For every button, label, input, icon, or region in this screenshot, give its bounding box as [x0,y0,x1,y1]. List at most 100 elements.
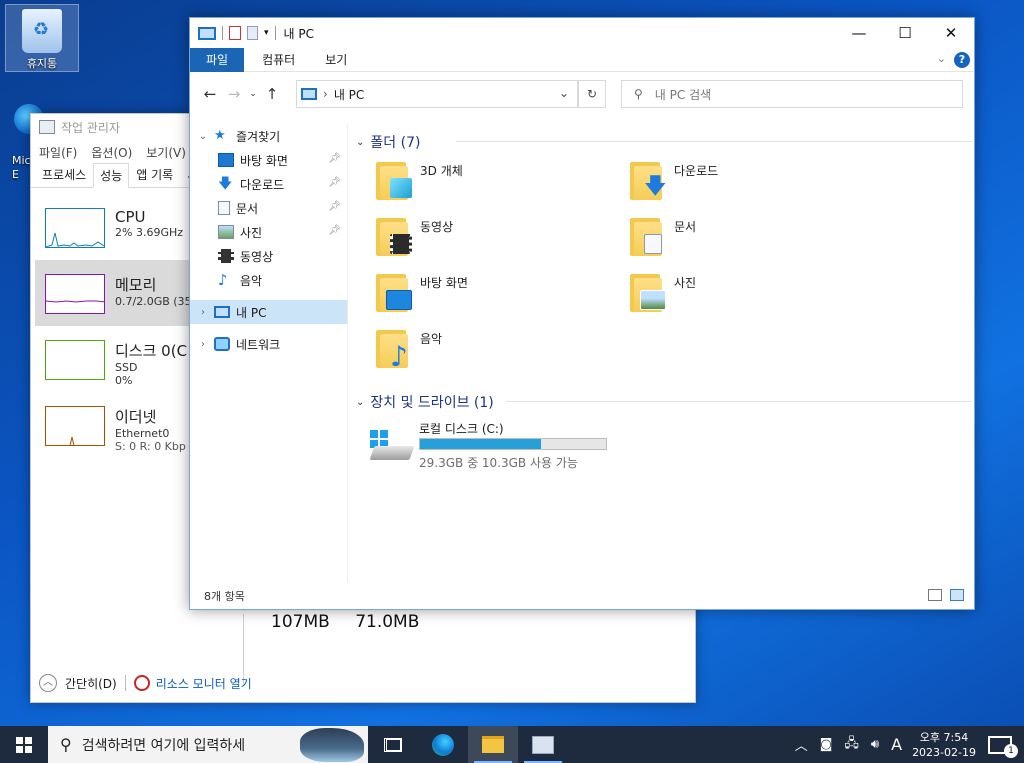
folder-desktop[interactable]: 바탕 화면 [348,270,548,320]
computer-icon [214,306,230,318]
nav-network[interactable]: › 네트워크 [190,332,347,356]
pin-icon[interactable]: 📌︎ [328,201,341,212]
nav-item-desktop[interactable]: 바탕 화면 📌︎ [190,148,347,172]
videos-folder-icon [376,218,412,258]
show-hidden-icons-chevron-icon[interactable]: ︿ [795,735,808,754]
task-view-button[interactable] [368,726,418,763]
ethernet-label: 이더넷 [115,408,157,426]
help-icon[interactable]: ? [954,52,970,68]
nav-item-music[interactable]: ♪ 음악 [190,268,347,292]
computer-icon [198,26,216,40]
file-explorer-window[interactable]: ▾ 내 PC — ☐ ✕ 파일 컴퓨터 보기 ⌄ ? ← → ⌄ ↑ › 내 P… [189,17,975,610]
nav-item-downloads[interactable]: 🡇 다운로드 📌︎ [190,172,347,196]
search-input[interactable]: ⚲ 내 PC 검색 [621,80,963,108]
customize-toolbar-icon[interactable]: ▾ [264,28,269,38]
minimize-button[interactable]: — [836,18,882,48]
start-button[interactable] [0,726,48,763]
large-icons-view-icon[interactable] [950,589,964,601]
group-divider [506,401,972,402]
ribbon-tab-computer[interactable]: 컴퓨터 [250,48,307,72]
clock[interactable]: 오후 7:54 2023-02-19 [912,730,976,760]
recycle-bin-graphic [22,9,62,53]
pin-icon[interactable]: 📌︎ [328,225,341,236]
meet-now-icon[interactable]: ◙ [820,737,833,752]
disk-type: SSD [115,361,138,374]
recent-locations-icon[interactable]: ⌄ [246,89,260,99]
open-resource-monitor-link[interactable]: 리소스 모니터 열기 [156,675,252,692]
expand-icon[interactable]: › [196,339,210,350]
nav-item-documents[interactable]: 문서 📌︎ [190,196,347,220]
properties-icon[interactable] [229,26,241,40]
folder-downloads[interactable]: 🡇 다운로드 [602,158,802,208]
tab-processes[interactable]: 프로세스 [35,162,93,187]
forward-button[interactable]: → [222,85,246,103]
task-manager-taskbar-button[interactable] [518,726,568,763]
ime-indicator[interactable]: A [891,735,902,754]
nav-this-pc[interactable]: › 내 PC [190,300,347,324]
nav-item-videos[interactable]: 동영상 [190,244,347,268]
nav-item-pictures[interactable]: 사진 📌︎ [190,220,347,244]
cpu-graph [45,208,105,248]
item-count: 8개 항목 [204,590,245,603]
group-divider [456,141,972,142]
pin-icon[interactable]: 📌︎ [328,177,341,188]
menu-view[interactable]: 보기(V) [146,144,186,161]
menu-file[interactable]: 파일(F) [39,144,77,161]
nav-item-label: 동영상 [240,249,274,264]
notification-center-icon[interactable]: 1 [988,735,1018,758]
folders-group-header[interactable]: ⌄ 폴더 (7) [356,132,972,152]
close-button[interactable]: ✕ [928,18,974,48]
nav-item-label: 문서 [236,201,259,216]
pin-icon[interactable]: 📌︎ [328,153,341,164]
devices-group-header[interactable]: ⌄ 장치 및 드라이브 (1) [356,392,972,412]
network-icon[interactable]: 🖧︎ [844,734,859,756]
up-button[interactable]: ↑ [260,85,284,103]
ethernet-graph [45,406,105,446]
back-button[interactable]: ← [198,85,222,103]
edge-taskbar-button[interactable] [418,726,468,763]
refresh-button[interactable]: ↻ [578,80,606,108]
download-arrow-icon: 🡇 [218,176,233,192]
menu-options[interactable]: 옵션(O) [91,144,132,161]
ribbon-tab-file[interactable]: 파일 [190,47,245,72]
maximize-button[interactable]: ☐ [882,18,928,48]
folder-pictures[interactable]: 사진 [602,270,802,320]
music-note-icon: ♪ [218,271,228,289]
breadcrumb-chevron-icon[interactable]: › [323,87,328,101]
drive-c[interactable]: 로컬 디스크 (C:) 29.3GB 중 10.3GB 사용 가능 [368,420,628,470]
navigation-pane: ⌄ ★ 즐겨찾기 바탕 화면 📌︎ 🡇 다운로드 📌︎ 문서 📌︎ 사진 📌︎ … [190,124,348,582]
address-path[interactable]: 내 PC [334,86,364,103]
folder-3d-objects[interactable]: 3D 개체 [348,158,548,208]
window-controls: — ☐ ✕ [836,18,974,48]
volume-icon[interactable]: 🔊︎ [871,737,879,752]
memory-value-1: 107MB [271,612,330,632]
expand-ribbon-icon[interactable]: ⌄ [937,52,946,65]
collapse-icon[interactable]: ⌄ [196,131,210,142]
folder-icon [482,736,504,753]
explorer-titlebar[interactable]: ▾ 내 PC — ☐ ✕ [190,18,974,48]
recycle-bin-icon[interactable]: 휴지통 [5,4,79,72]
new-folder-icon[interactable] [247,26,258,40]
desktop-icon [218,153,234,167]
taskbar-search-placeholder: 검색하려면 여기에 입력하세 [81,737,246,754]
picture-icon [218,225,234,239]
address-bar[interactable]: › 내 PC ⌄ [296,80,578,108]
star-icon: ★ [214,128,226,143]
file-explorer-taskbar-button[interactable] [468,726,518,763]
tab-app-history[interactable]: 앱 기록 [129,162,180,187]
expand-icon[interactable]: › [196,307,210,318]
memory-usage: 0.7/2.0GB (35 [115,295,192,308]
folder-videos[interactable]: 동영상 [348,214,548,264]
folder-music[interactable]: ♪ 음악 [348,326,548,376]
chevron-up-icon[interactable]: ︿ [39,674,57,692]
ribbon-tab-view[interactable]: 보기 [313,48,359,72]
tab-performance[interactable]: 성능 [93,163,130,188]
address-dropdown-icon[interactable]: ⌄ [559,86,569,100]
fewer-details-button[interactable]: 간단히(D) [65,675,117,692]
details-view-icon[interactable] [928,589,942,601]
memory-graph [45,274,105,314]
memory-values: 107MB 71.0MB [271,612,439,632]
nav-quick-access[interactable]: ⌄ ★ 즐겨찾기 [190,124,347,148]
taskbar-search-box[interactable]: ⚲ 검색하려면 여기에 입력하세 [48,726,368,763]
folder-documents[interactable]: 문서 [602,214,802,264]
